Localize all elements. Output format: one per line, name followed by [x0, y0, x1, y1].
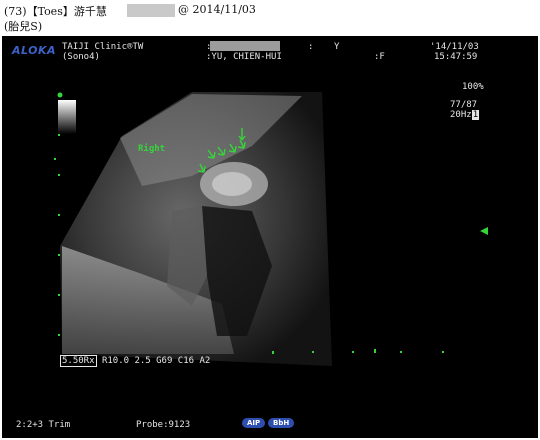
- frame-rate: 20Hz1: [450, 110, 480, 120]
- annotation-right: Right: [138, 144, 166, 154]
- focus-marker: [57, 92, 63, 98]
- aloka-logo: ALOKA: [12, 44, 57, 57]
- redacted-patient-id: [210, 41, 280, 51]
- acquisition-params: 5.50Rx R10.0 2.5 G69 C16 A2: [60, 355, 211, 367]
- caption-title: (73)【Toes】游千慧: [4, 3, 107, 19]
- settings-values: R10.0 2.5 G69 C16 A2: [101, 356, 211, 366]
- zoom-percent: 100%: [462, 82, 484, 92]
- frame-marker: 1: [471, 110, 480, 120]
- gain-readout: 77/87: [450, 100, 478, 110]
- frame-rate-value: 20Hz: [450, 110, 472, 120]
- patient-sex: :F: [374, 52, 385, 62]
- redacted-name-block: [127, 4, 175, 17]
- clinic-name: TAIJI Clinic®TW: [62, 42, 144, 52]
- exam-date: '14/11/03: [430, 42, 479, 52]
- device-name: (Sono4): [62, 52, 100, 62]
- ultrasound-image: [54, 92, 488, 366]
- ultrasound-screen: ALOKA TAIJI Clinic®TW (Sono4) : : Y :YU,…: [2, 36, 538, 438]
- aip-badge: AIP: [242, 418, 266, 428]
- caption-date: @ 2014/11/03: [178, 3, 256, 16]
- patient-flag: Y: [334, 42, 340, 52]
- bbh-badge: BbH: [268, 418, 295, 428]
- focus-arrow-icon: [480, 227, 488, 235]
- patient-name: :YU, CHIEN-HUI: [206, 52, 282, 62]
- patient-id-separator: :: [308, 42, 314, 52]
- grayscale-bar: [58, 100, 76, 134]
- depth-value: 5.50Rx: [60, 355, 97, 367]
- caption-subtitle: (胎兒S): [4, 20, 43, 33]
- exam-time: 15:47:59: [434, 52, 478, 62]
- scan-mode: 2:2+3 Trim: [16, 420, 71, 430]
- probe-id: Probe:9123: [136, 420, 191, 430]
- caption-prefix: (73)【Toes】游千慧: [4, 5, 107, 18]
